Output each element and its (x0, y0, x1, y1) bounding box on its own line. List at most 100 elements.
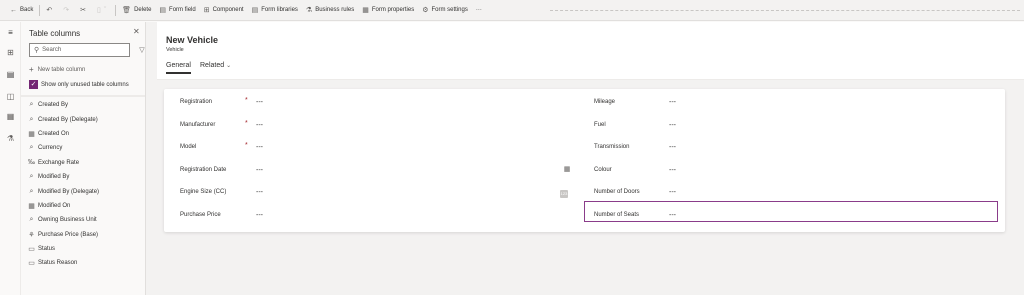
field-label: Registration Date (180, 160, 226, 180)
field-value[interactable]: --- (256, 144, 263, 151)
column-item[interactable]: ⌕ Created By (Delegate) (27, 112, 145, 126)
chevron-down-icon: ⌄ (226, 63, 232, 69)
table-columns-panel: Table columns ✕ ⚲ Search ▽⌄ + New table … (21, 22, 151, 295)
form-libraries-button[interactable]: ▤ Form libraries (248, 0, 302, 21)
column-item[interactable]: ⌕ Modified By (27, 170, 145, 184)
field-label-text: Mileage (594, 99, 616, 105)
new-table-column-button[interactable]: + New table column (29, 65, 85, 74)
field-label: Number of Doors (594, 182, 640, 202)
column-item[interactable]: ▦ Modified On (27, 199, 145, 213)
field-value[interactable]: --- (669, 122, 676, 129)
paste-icon: ▯ (96, 6, 101, 14)
tab-related[interactable]: Related ⌄ (200, 62, 231, 69)
panel-title: Table columns (29, 29, 81, 38)
column-item[interactable]: ⌕ Owning Business Unit (27, 213, 145, 227)
option-set-icon: ▭ (28, 260, 35, 268)
form-title: New Vehicle (166, 35, 219, 45)
required-indicator: * (245, 97, 248, 104)
calendar-icon: ▦ (28, 202, 35, 210)
required-indicator: * (245, 142, 248, 150)
form-properties-icon: ▦ (362, 6, 369, 14)
column-item-label: Exchange Rate (38, 159, 80, 166)
field-label-text: Number of Doors (594, 189, 640, 196)
calendar-icon[interactable]: ▦ (563, 166, 571, 174)
search-input[interactable]: ⚲ Search (29, 43, 130, 57)
form-section: Registration * --- Manufacturer * --- Model * --… (164, 89, 1005, 232)
selected-field-outline (584, 201, 998, 222)
column-item-label: Created By (38, 102, 69, 109)
library-icon: ▤ (251, 6, 259, 14)
form-settings-button[interactable]: ⚙ Form settings (418, 0, 472, 21)
plus-icon: + (29, 65, 34, 74)
calendar-icon: ▦ (28, 130, 35, 138)
field-value[interactable]: --- (256, 189, 263, 196)
field-label: Registration (180, 92, 212, 112)
column-item[interactable]: ▭ Status (27, 242, 145, 256)
field-label-text: Registration (180, 99, 213, 105)
field-label: Mileage (594, 92, 615, 112)
more-commands-button[interactable]: ··· (472, 0, 486, 21)
tree-view-icon[interactable]: ▦ (0, 112, 21, 121)
component-button[interactable]: ⊞ Component (200, 0, 248, 21)
field-label-text: Model (180, 144, 197, 151)
components-icon[interactable]: ⊞ (0, 48, 21, 57)
paste-button[interactable]: ▯ ˇ (93, 0, 113, 21)
field-value[interactable]: --- (256, 122, 263, 129)
tab-general[interactable]: General (166, 62, 191, 74)
column-item[interactable]: ‰ Exchange Rate (27, 156, 145, 170)
column-item[interactable]: ⚘ Purchase Price (Base) (27, 228, 145, 242)
field-value[interactable]: --- (256, 212, 263, 219)
cut-button[interactable]: ✂ (76, 0, 93, 21)
business-rules-button[interactable]: ⚗ Business rules (302, 0, 358, 21)
undo-button[interactable]: ↶ (42, 0, 59, 21)
search-icon: ⚲ (34, 47, 40, 54)
column-item[interactable]: ▦ Created On (27, 127, 145, 141)
required-indicator: * (245, 119, 248, 127)
business-rules-icon[interactable]: ⚗ (0, 134, 21, 143)
column-item-label: Modified By (38, 174, 70, 181)
column-item[interactable]: ▭ Status Reason (27, 256, 145, 270)
back-button[interactable]: ← Back (6, 0, 37, 21)
component-icon: ⊞ (203, 6, 210, 14)
field-label-text: Colour (594, 166, 612, 173)
hamburger-icon[interactable]: ≡ (0, 28, 21, 37)
close-icon[interactable]: ✕ (133, 27, 140, 36)
decimal-icon: ‰ (28, 159, 35, 167)
trash-icon: 🗑 (122, 6, 132, 14)
field-label: Model (180, 137, 196, 157)
column-item[interactable]: ⌕ Currency (27, 141, 145, 155)
search-placeholder: Search (42, 47, 62, 53)
currency-icon: ⚘ (28, 231, 35, 239)
field-label-text: Purchase Price (180, 212, 221, 218)
field-value[interactable]: --- (669, 167, 676, 174)
field-value[interactable]: --- (256, 99, 263, 106)
toolbar-divider (115, 4, 117, 16)
show-unused-checkbox[interactable]: ✓ Show only unused table columns (29, 80, 129, 89)
column-item[interactable]: ⌕ Modified By (Delegate) (27, 184, 145, 198)
back-arrow-icon: ← (10, 6, 17, 14)
more-icon: ··· (475, 7, 482, 13)
column-item[interactable]: ⌕ Created By (27, 98, 145, 112)
redo-button[interactable]: ↷ (59, 0, 76, 21)
field-value[interactable]: --- (669, 189, 676, 196)
lookup-icon: ⌕ (29, 173, 34, 181)
field-value[interactable]: --- (669, 99, 676, 106)
database-icon[interactable]: ◫ (0, 92, 21, 101)
form-field-button[interactable]: ▤ Form field (155, 0, 199, 21)
field-value[interactable]: --- (256, 167, 263, 174)
field-label: Manufacturer (180, 115, 215, 135)
cut-icon: ✂ (80, 6, 86, 14)
column-list: ⌕ Created By ⌕ Created By (Delegate) ▦ Create… (27, 98, 145, 271)
field-label: Transmission (594, 137, 629, 157)
undo-icon: ↶ (46, 6, 53, 14)
field-label: Colour (594, 160, 612, 180)
delete-button[interactable]: 🗑 Delete (118, 0, 155, 21)
field-label-text: Registration Date (180, 166, 227, 173)
business-rules-icon: ⚗ (305, 6, 313, 14)
table-columns-icon[interactable]: ▤ (0, 70, 21, 79)
field-label: Fuel (594, 115, 606, 135)
form-subtitle: Vehicle (166, 47, 184, 53)
field-label: Engine Size (CC) (180, 182, 226, 202)
field-value[interactable]: --- (669, 144, 676, 151)
form-properties-button[interactable]: ▦ Form properties (358, 0, 418, 21)
